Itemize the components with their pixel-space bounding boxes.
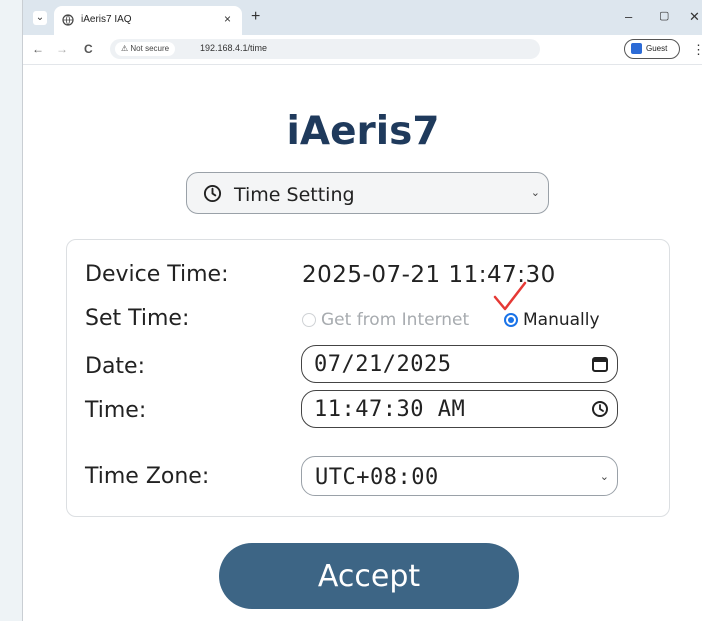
tab-search-icon[interactable]: ⌄: [33, 11, 47, 25]
profile-label: Guest: [646, 44, 668, 53]
page-title: iAeris7: [286, 109, 440, 154]
minimize-icon[interactable]: –: [625, 9, 632, 24]
warning-icon: ⚠: [121, 44, 129, 53]
forward-icon[interactable]: →: [56, 42, 68, 56]
close-tab-icon[interactable]: ×: [224, 12, 231, 26]
time-zone-select[interactable]: UTC+08:00 ⌄: [301, 456, 618, 496]
tab-title: iAeris7 IAQ: [81, 14, 132, 25]
browser-tab[interactable]: iAeris7 IAQ ×: [54, 6, 242, 35]
chevron-down-icon: ⌄: [599, 471, 609, 483]
close-window-icon[interactable]: ✕: [689, 9, 700, 25]
calendar-icon[interactable]: [591, 355, 609, 373]
security-label: Not secure: [130, 44, 170, 53]
time-zone-label: Time Zone:: [85, 464, 210, 489]
clock-icon[interactable]: [591, 400, 609, 418]
new-tab-button[interactable]: +: [251, 8, 260, 26]
guest-icon: [631, 43, 642, 54]
time-label: Time:: [85, 398, 147, 423]
profile-button[interactable]: Guest: [624, 39, 680, 59]
address-bar[interactable]: ⚠ Not secure 192.168.4.1/time: [110, 39, 540, 59]
browser-window: ⌄ iAeris7 IAQ × + – ▢ ✕ ← → C ⚠ Not secu…: [22, 0, 702, 621]
time-input[interactable]: 11:47:30 AM: [301, 390, 618, 428]
date-label: Date:: [85, 354, 145, 379]
date-value: 07/21/2025: [314, 352, 452, 377]
date-input[interactable]: 07/21/2025: [301, 345, 618, 383]
mode-select[interactable]: Time Setting ⌄: [186, 172, 549, 214]
reload-icon[interactable]: C: [84, 42, 93, 56]
time-zone-value: UTC+08:00: [315, 465, 439, 490]
clock-icon: [203, 184, 222, 203]
chevron-down-icon: ⌄: [530, 187, 540, 199]
security-chip[interactable]: ⚠ Not secure: [115, 42, 176, 56]
globe-icon: [62, 14, 74, 26]
menu-icon[interactable]: ⋮: [692, 42, 702, 58]
radio-get-from-internet[interactable]: [302, 313, 316, 327]
back-icon[interactable]: ←: [32, 42, 44, 56]
browser-toolbar: ← → C ⚠ Not secure 192.168.4.1/time Gues…: [23, 35, 702, 65]
radio-label-internet[interactable]: Get from Internet: [321, 310, 469, 330]
set-time-label: Set Time:: [85, 306, 190, 331]
accept-button[interactable]: Accept: [219, 543, 519, 609]
annotation-checkmark: [493, 281, 527, 311]
mode-select-value: Time Setting: [234, 184, 355, 206]
maximize-icon[interactable]: ▢: [659, 9, 669, 22]
device-time-label: Device Time:: [85, 262, 229, 287]
tab-strip: ⌄ iAeris7 IAQ × + – ▢ ✕: [23, 0, 702, 35]
url-text[interactable]: 192.168.4.1/time: [200, 43, 267, 53]
radio-label-manually[interactable]: Manually: [523, 310, 600, 330]
time-value: 11:47:30 AM: [314, 397, 466, 422]
